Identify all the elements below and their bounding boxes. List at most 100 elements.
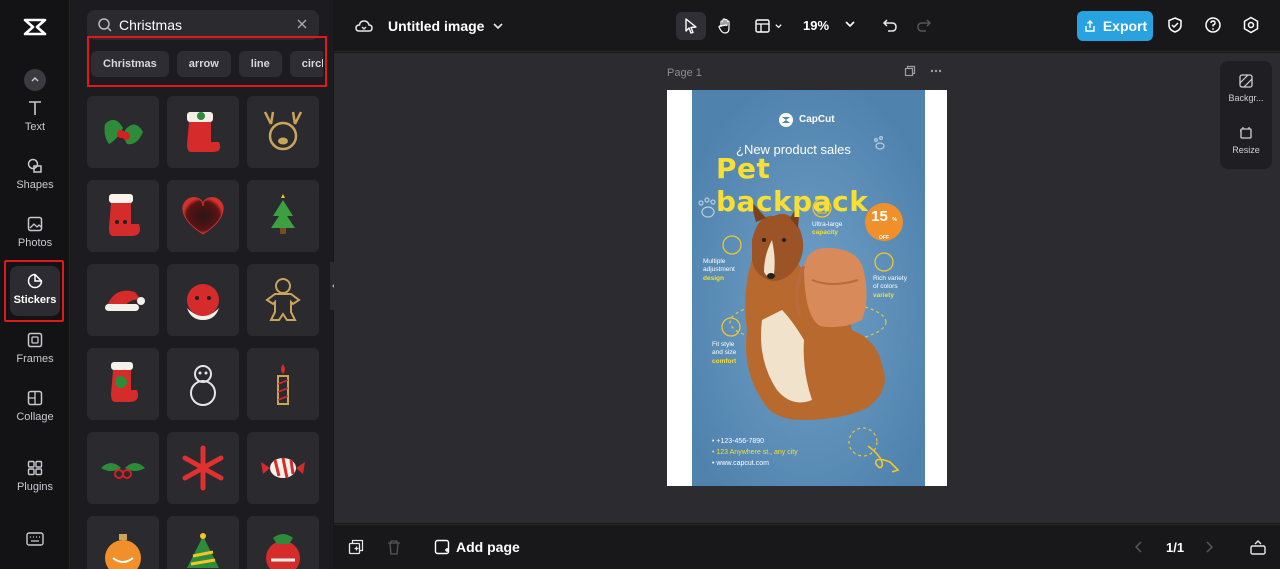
background-button[interactable]: Backgr... <box>1220 73 1272 103</box>
tree-icon <box>271 194 295 234</box>
doc-title-area[interactable]: Untitled image <box>354 16 504 36</box>
sticker-stocking-face[interactable] <box>87 348 159 420</box>
zoom-level[interactable]: 19% <box>803 18 829 33</box>
feature-variety: Rich variety of colors variety <box>873 275 907 300</box>
sticker-santa[interactable] <box>167 264 239 336</box>
sticker-mistletoe[interactable] <box>87 432 159 504</box>
chevron-right-icon[interactable] <box>1202 540 1216 554</box>
more-options-icon[interactable] <box>930 65 942 77</box>
feature-text: Fit style <box>712 341 735 348</box>
layout-icon <box>754 19 770 33</box>
shield-icon[interactable] <box>1166 16 1184 34</box>
snowman-icon <box>190 365 216 406</box>
stocking-icon <box>109 194 140 236</box>
design-page[interactable]: CapCut ¿New product sales Pet backpack 1… <box>667 90 947 486</box>
sticker-tree[interactable] <box>247 180 319 252</box>
heart-icon <box>182 197 224 235</box>
feature-text: adjustment <box>703 266 735 274</box>
sticker-santa-hat[interactable] <box>87 264 159 336</box>
duplicate-icon[interactable] <box>348 539 364 555</box>
chip-christmas[interactable]: Christmas <box>91 51 169 77</box>
sticker-ornament-orange[interactable] <box>87 516 159 569</box>
close-icon[interactable] <box>295 17 309 31</box>
rail-item-plugins[interactable]: Plugins <box>0 455 70 509</box>
settings-icon[interactable] <box>1242 16 1260 34</box>
rail-item-label: Stickers <box>13 294 57 306</box>
rail-collapse-button[interactable] <box>24 69 46 91</box>
sticker-snowman[interactable] <box>167 348 239 420</box>
sticker-stocking[interactable] <box>167 96 239 168</box>
contact-phone: • +123-456-7890 <box>712 438 765 445</box>
side-item-label: Resize <box>1232 145 1260 155</box>
export-label: Export <box>1102 18 1148 34</box>
poster[interactable]: CapCut ¿New product sales Pet backpack 1… <box>692 90 925 486</box>
add-page-button[interactable]: Add page <box>434 539 520 555</box>
plugins-grid-icon <box>27 460 43 476</box>
resize-button[interactable]: Resize <box>1220 125 1272 155</box>
feature-text: of colors <box>873 283 898 291</box>
rail-item-text[interactable]: Text <box>0 95 70 149</box>
feature-accent: variety <box>873 291 894 299</box>
hand-tool-button[interactable] <box>710 12 740 40</box>
add-page-icon <box>434 539 450 555</box>
page-label: Page 1 <box>667 67 702 79</box>
rail-item-collage[interactable]: Collage <box>0 385 70 439</box>
keyboard-icon[interactable] <box>25 529 45 549</box>
chip-circle[interactable]: circl <box>289 51 323 77</box>
sticker-gingerbread[interactable] <box>247 264 319 336</box>
redo-icon[interactable] <box>915 16 933 34</box>
sticker-snowflake[interactable] <box>167 432 239 504</box>
export-icon <box>1085 20 1095 32</box>
photo-icon <box>27 216 43 232</box>
feature-comfort: Fit style and size comfort <box>712 341 736 366</box>
page-counter: 1/1 <box>1166 540 1185 555</box>
santa-hat-icon <box>105 290 145 311</box>
reindeer-icon <box>263 111 303 151</box>
sticker-red-stocking[interactable] <box>87 180 159 252</box>
help-icon[interactable] <box>1204 16 1222 34</box>
expand-panel-icon[interactable] <box>1249 538 1267 556</box>
chevron-left-icon[interactable] <box>1132 540 1146 554</box>
feature-accent: capacity <box>812 229 839 237</box>
feature-adjustment: Multiple adjustment design <box>703 258 735 283</box>
contact-info: • +123-456-7890 • 123 Anywhere st., any … <box>712 437 798 470</box>
sticker-candy[interactable] <box>247 432 319 504</box>
rail-item-photos[interactable]: Photos <box>0 211 70 265</box>
holly-icon <box>104 119 143 145</box>
doc-title: Untitled image <box>388 18 485 34</box>
duplicate-page-icon[interactable] <box>904 65 916 77</box>
sticker-ornament-red[interactable] <box>247 516 319 569</box>
frame-icon <box>27 332 43 348</box>
sticker-holly[interactable] <box>87 96 159 168</box>
chip-arrow[interactable]: arrow <box>176 51 231 77</box>
contact-address: • 123 Anywhere st., any city <box>712 448 798 456</box>
sticker-candle[interactable] <box>247 348 319 420</box>
trash-icon[interactable] <box>386 539 402 555</box>
export-button[interactable]: Export <box>1077 11 1153 41</box>
contact-website: • www.capcut.com <box>712 459 769 467</box>
page-tools <box>904 65 942 77</box>
feature-text: Ultra-large <box>812 221 843 228</box>
chip-line[interactable]: line <box>238 51 282 77</box>
sticker-reindeer[interactable] <box>247 96 319 168</box>
capcut-logo-icon[interactable] <box>22 14 48 40</box>
rail-item-stickers[interactable]: Stickers <box>0 260 70 322</box>
stocking-icon <box>187 112 221 152</box>
bottom-bar: Add page 1/1 <box>334 524 1280 569</box>
feature-text: Rich variety <box>873 275 907 282</box>
chevron-down-icon[interactable] <box>844 18 856 30</box>
undo-icon[interactable] <box>881 16 899 34</box>
right-side-panel: Backgr... Resize <box>1220 61 1272 169</box>
feature-text: and size <box>712 349 737 357</box>
rail-item-label: Frames <box>16 353 54 365</box>
rail-item-shapes[interactable]: Shapes <box>0 153 70 207</box>
candy-icon <box>261 457 305 479</box>
sticker-ornament-green[interactable] <box>167 516 239 569</box>
side-item-label: Backgr... <box>1228 93 1264 103</box>
select-tool-button[interactable] <box>676 12 706 40</box>
canvas-area: Page 1 CapCut ¿New product sales Pet bac… <box>334 53 1280 523</box>
layout-tool-button[interactable] <box>750 12 786 40</box>
rail-item-frames[interactable]: Frames <box>0 327 70 381</box>
search-input[interactable] <box>119 17 289 33</box>
sticker-heart[interactable] <box>167 180 239 252</box>
